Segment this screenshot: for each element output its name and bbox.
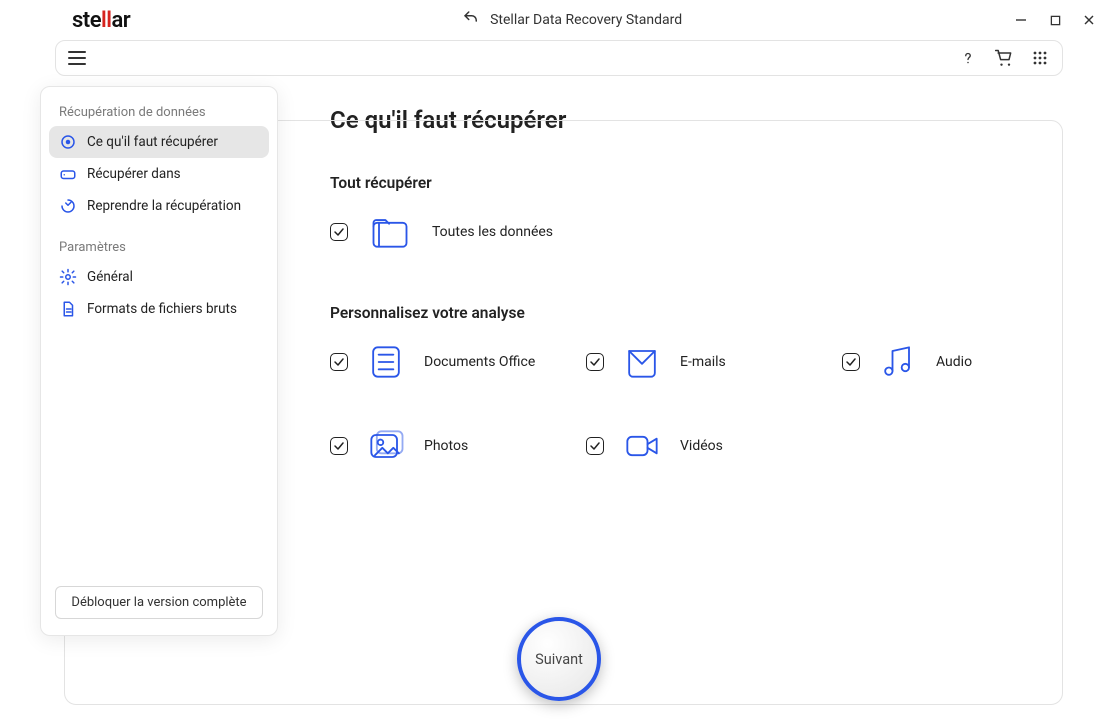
next-label: Suivant [535, 651, 583, 668]
window-controls [1014, 13, 1096, 27]
menu-icon[interactable] [68, 51, 86, 65]
app-title: Stellar Data Recovery Standard [490, 12, 682, 28]
category-emails: E-mails [586, 340, 822, 384]
minimize-button[interactable] [1014, 13, 1028, 27]
checkbox-all-data[interactable] [330, 223, 348, 241]
sidebar-item-what-to-recover[interactable]: Ce qu'il faut récupérer [49, 126, 269, 158]
category-label: Documents Office [424, 354, 535, 370]
category-label: E-mails [680, 354, 726, 370]
category-audio: Audio [842, 340, 1078, 384]
checkbox-audio[interactable] [842, 353, 860, 371]
folder-icon [368, 210, 412, 254]
logo-text-mid: ll [101, 8, 111, 33]
toolbar [55, 40, 1063, 76]
video-icon [620, 424, 664, 468]
music-icon [876, 340, 920, 384]
all-data-label: Toutes les données [432, 224, 553, 240]
target-icon [59, 133, 77, 151]
sidebar-item-resume-recovery[interactable]: Reprendre la récupération [49, 190, 269, 222]
app-logo: stellar [72, 8, 130, 33]
section-recover-all: Tout récupérer [330, 174, 1078, 192]
checkbox-photos[interactable] [330, 437, 348, 455]
checkbox-videos[interactable] [586, 437, 604, 455]
checkbox-emails[interactable] [586, 353, 604, 371]
category-videos: Vidéos [586, 424, 822, 468]
help-icon[interactable] [958, 48, 978, 68]
document-icon [364, 340, 408, 384]
sidebar: Récupération de données Ce qu'il faut ré… [40, 86, 278, 636]
category-label: Audio [936, 354, 972, 370]
sidebar-section-settings: Paramètres [49, 232, 269, 261]
cart-icon[interactable] [994, 48, 1014, 68]
mail-icon [620, 340, 664, 384]
image-icon [364, 424, 408, 468]
sidebar-item-raw-formats[interactable]: Formats de fichiers bruts [49, 293, 269, 325]
sidebar-item-label: Général [87, 269, 133, 285]
title-center: Stellar Data Recovery Standard [130, 9, 1014, 31]
gear-icon [59, 268, 77, 286]
category-photos: Photos [330, 424, 566, 468]
sidebar-item-general[interactable]: Général [49, 261, 269, 293]
logo-text-pre: ste [72, 8, 101, 33]
apps-icon[interactable] [1030, 48, 1050, 68]
unlock-full-version-button[interactable]: Débloquer la version complète [55, 586, 263, 619]
logo-text-post: ar [111, 8, 130, 33]
category-documents: Documents Office [330, 340, 566, 384]
content: Ce qu'il faut récupérer Tout récupérer T… [300, 76, 1118, 723]
category-label: Photos [424, 438, 468, 454]
maximize-button[interactable] [1048, 13, 1062, 27]
sidebar-item-label: Récupérer dans [87, 166, 181, 182]
sidebar-item-recover-to[interactable]: Récupérer dans [49, 158, 269, 190]
sidebar-item-label: Ce qu'il faut récupérer [87, 134, 218, 150]
sidebar-section-recovery: Récupération de données [49, 97, 269, 126]
next-button[interactable]: Suivant [517, 617, 601, 701]
close-button[interactable] [1082, 13, 1096, 27]
section-customize: Personnalisez votre analyse [330, 304, 1078, 322]
undo-icon[interactable] [462, 9, 480, 31]
page-title: Ce qu'il faut récupérer [330, 106, 1078, 134]
resume-icon [59, 197, 77, 215]
drive-icon [59, 165, 77, 183]
title-bar: stellar Stellar Data Recovery Standard [0, 0, 1118, 40]
checkbox-documents[interactable] [330, 353, 348, 371]
file-icon [59, 300, 77, 318]
category-label: Vidéos [680, 438, 723, 454]
sidebar-item-label: Reprendre la récupération [87, 198, 241, 214]
sidebar-item-label: Formats de fichiers bruts [87, 301, 237, 317]
